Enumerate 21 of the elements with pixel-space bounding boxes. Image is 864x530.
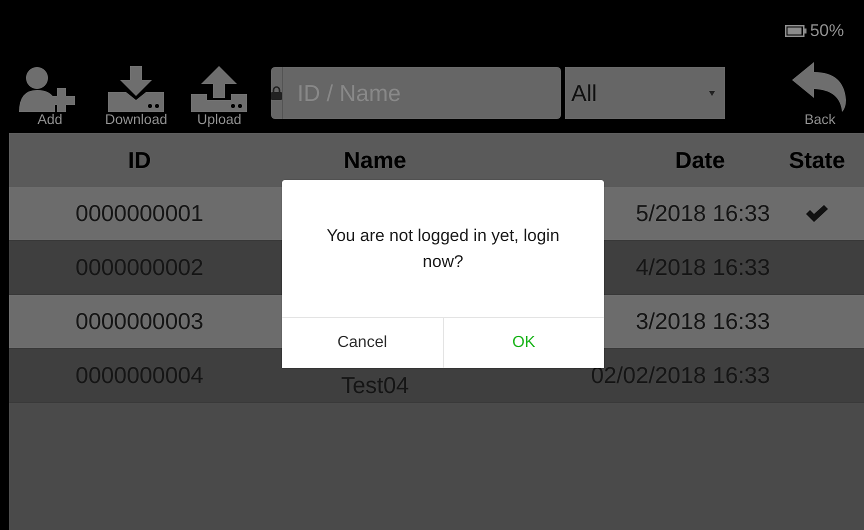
- table-cell: 5/2018 16:33: [636, 200, 770, 226]
- table-cell: 3/2018 16:33: [636, 308, 770, 334]
- download-button[interactable]: Download: [105, 66, 168, 127]
- filter-dropdown[interactable]: All: [565, 67, 726, 119]
- back-arrow-icon: [792, 62, 848, 112]
- lock-icon: [271, 86, 282, 100]
- back-button[interactable]: Back: [792, 62, 848, 127]
- column-header: Name: [344, 146, 406, 173]
- battery-icon: [784, 24, 807, 37]
- add-button[interactable]: Add: [19, 66, 81, 127]
- upload-icon: [191, 66, 248, 112]
- table-cell: 0000000003: [76, 308, 204, 334]
- column-header: State: [788, 146, 846, 173]
- dialog-message: You are not logged in yet, login now?: [326, 225, 560, 272]
- table-cell: 0000000001: [76, 200, 204, 226]
- battery-level: 50%: [810, 20, 844, 42]
- upload-button[interactable]: Upload: [191, 66, 248, 127]
- caret-icon: [709, 90, 716, 96]
- column-header: Date: [675, 146, 725, 173]
- download-icon: [108, 66, 164, 112]
- column-header: ID: [128, 146, 151, 173]
